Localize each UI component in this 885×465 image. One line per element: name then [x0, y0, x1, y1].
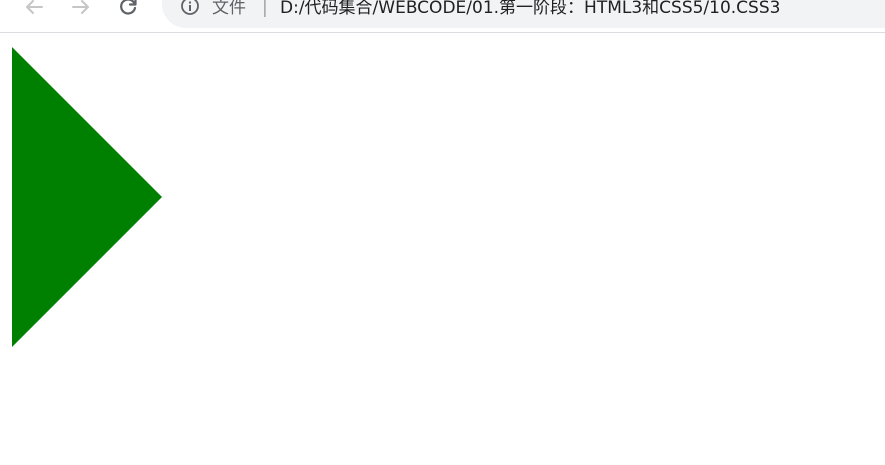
reload-button[interactable]: [113, 0, 143, 22]
green-triangle: [12, 47, 162, 347]
arrow-right-icon: [72, 0, 89, 14]
address-separator: |: [262, 0, 268, 18]
file-scheme-label: 文件: [212, 0, 246, 18]
url-text[interactable]: D:/代码集合/WEBCODE/01.第一阶段：HTML3和CSS5/10.CS…: [280, 0, 780, 19]
arrow-left-icon: [26, 0, 43, 14]
page-content: [0, 34, 885, 465]
back-button[interactable]: [19, 0, 49, 22]
info-icon[interactable]: [180, 0, 200, 20]
browser-toolbar: 文件 | D:/代码集合/WEBCODE/01.第一阶段：HTML3和CSS5/…: [0, 0, 885, 33]
forward-button[interactable]: [66, 0, 96, 22]
reload-icon: [120, 0, 137, 15]
